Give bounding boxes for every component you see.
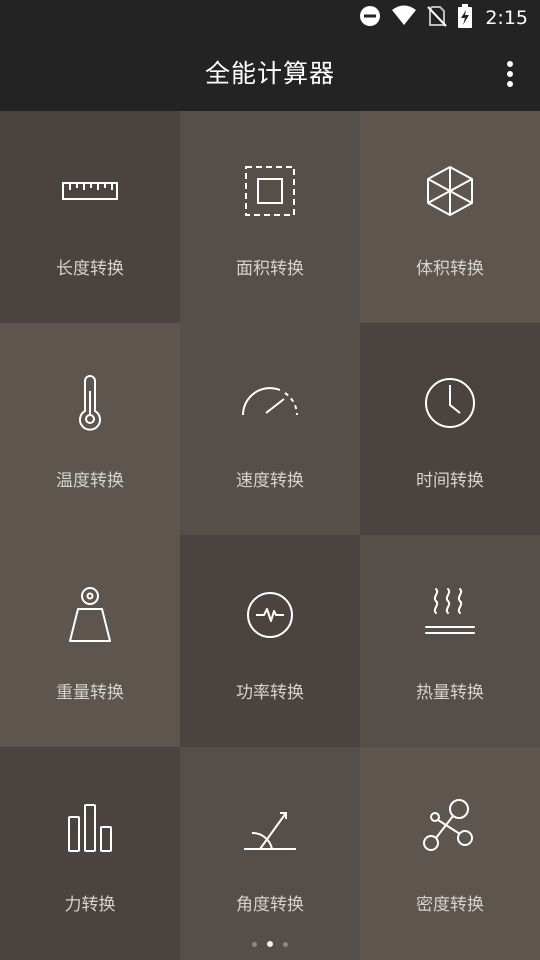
ruler-icon bbox=[58, 159, 122, 223]
tile-label: 时间转换 bbox=[416, 471, 484, 491]
tile-time[interactable]: 时间转换 bbox=[360, 323, 540, 535]
thermometer-icon bbox=[58, 371, 122, 435]
page-indicator bbox=[0, 938, 540, 950]
tile-length[interactable]: 长度转换 bbox=[0, 111, 180, 323]
status-bar: 2:15 bbox=[0, 0, 540, 36]
bar-chart-icon bbox=[58, 795, 122, 859]
status-icons: 2:15 bbox=[359, 0, 528, 36]
tile-angle[interactable]: 角度转换 bbox=[180, 747, 360, 960]
tile-label: 力转换 bbox=[64, 895, 116, 915]
tile-label: 温度转换 bbox=[56, 471, 124, 491]
tile-label: 面积转换 bbox=[236, 259, 304, 279]
tile-volume[interactable]: 体积转换 bbox=[360, 111, 540, 323]
tile-label: 长度转换 bbox=[56, 259, 124, 279]
tile-label: 热量转换 bbox=[416, 683, 484, 703]
tile-label: 重量转换 bbox=[56, 683, 124, 703]
tile-speed[interactable]: 速度转换 bbox=[180, 323, 360, 535]
page-dot-3[interactable] bbox=[283, 941, 288, 947]
wifi-icon bbox=[391, 5, 417, 31]
molecule-icon bbox=[418, 795, 482, 859]
do-not-disturb-icon bbox=[359, 5, 381, 31]
tile-heat[interactable]: 热量转换 bbox=[360, 535, 540, 747]
overflow-menu-button[interactable] bbox=[498, 56, 522, 92]
app-bar: 全能计算器 bbox=[0, 36, 540, 111]
converter-grid: 长度转换 面积转换 体积转换 温度转换 速度转换 时间转换 重量转换 功率转换 … bbox=[0, 111, 540, 960]
tile-label: 体积转换 bbox=[416, 259, 484, 279]
area-square-icon bbox=[238, 159, 302, 223]
tile-weight[interactable]: 重量转换 bbox=[0, 535, 180, 747]
speedometer-icon bbox=[238, 371, 302, 435]
heat-waves-icon bbox=[418, 583, 482, 647]
tile-label: 角度转换 bbox=[236, 895, 304, 915]
tile-force[interactable]: 力转换 bbox=[0, 747, 180, 960]
tile-area[interactable]: 面积转换 bbox=[180, 111, 360, 323]
battery-charging-icon bbox=[457, 4, 473, 32]
tile-temperature[interactable]: 温度转换 bbox=[0, 323, 180, 535]
tile-label: 功率转换 bbox=[236, 683, 304, 703]
clock-icon bbox=[418, 371, 482, 435]
tile-label: 速度转换 bbox=[236, 471, 304, 491]
status-time: 2:15 bbox=[485, 7, 528, 29]
tile-power[interactable]: 功率转换 bbox=[180, 535, 360, 747]
tile-density[interactable]: 密度转换 bbox=[360, 747, 540, 960]
tile-label: 密度转换 bbox=[416, 895, 484, 915]
more-vert-icon-dot bbox=[507, 81, 513, 87]
angle-icon bbox=[238, 795, 302, 859]
more-vert-icon bbox=[507, 61, 513, 67]
page-dot-1[interactable] bbox=[252, 941, 257, 947]
page-dot-2-active[interactable] bbox=[267, 941, 273, 947]
app-title: 全能计算器 bbox=[204, 59, 335, 88]
cube-icon bbox=[418, 159, 482, 223]
more-vert-icon-dot bbox=[507, 71, 513, 77]
power-pulse-icon bbox=[238, 583, 302, 647]
weight-icon bbox=[58, 583, 122, 647]
no-sim-icon bbox=[427, 5, 448, 31]
